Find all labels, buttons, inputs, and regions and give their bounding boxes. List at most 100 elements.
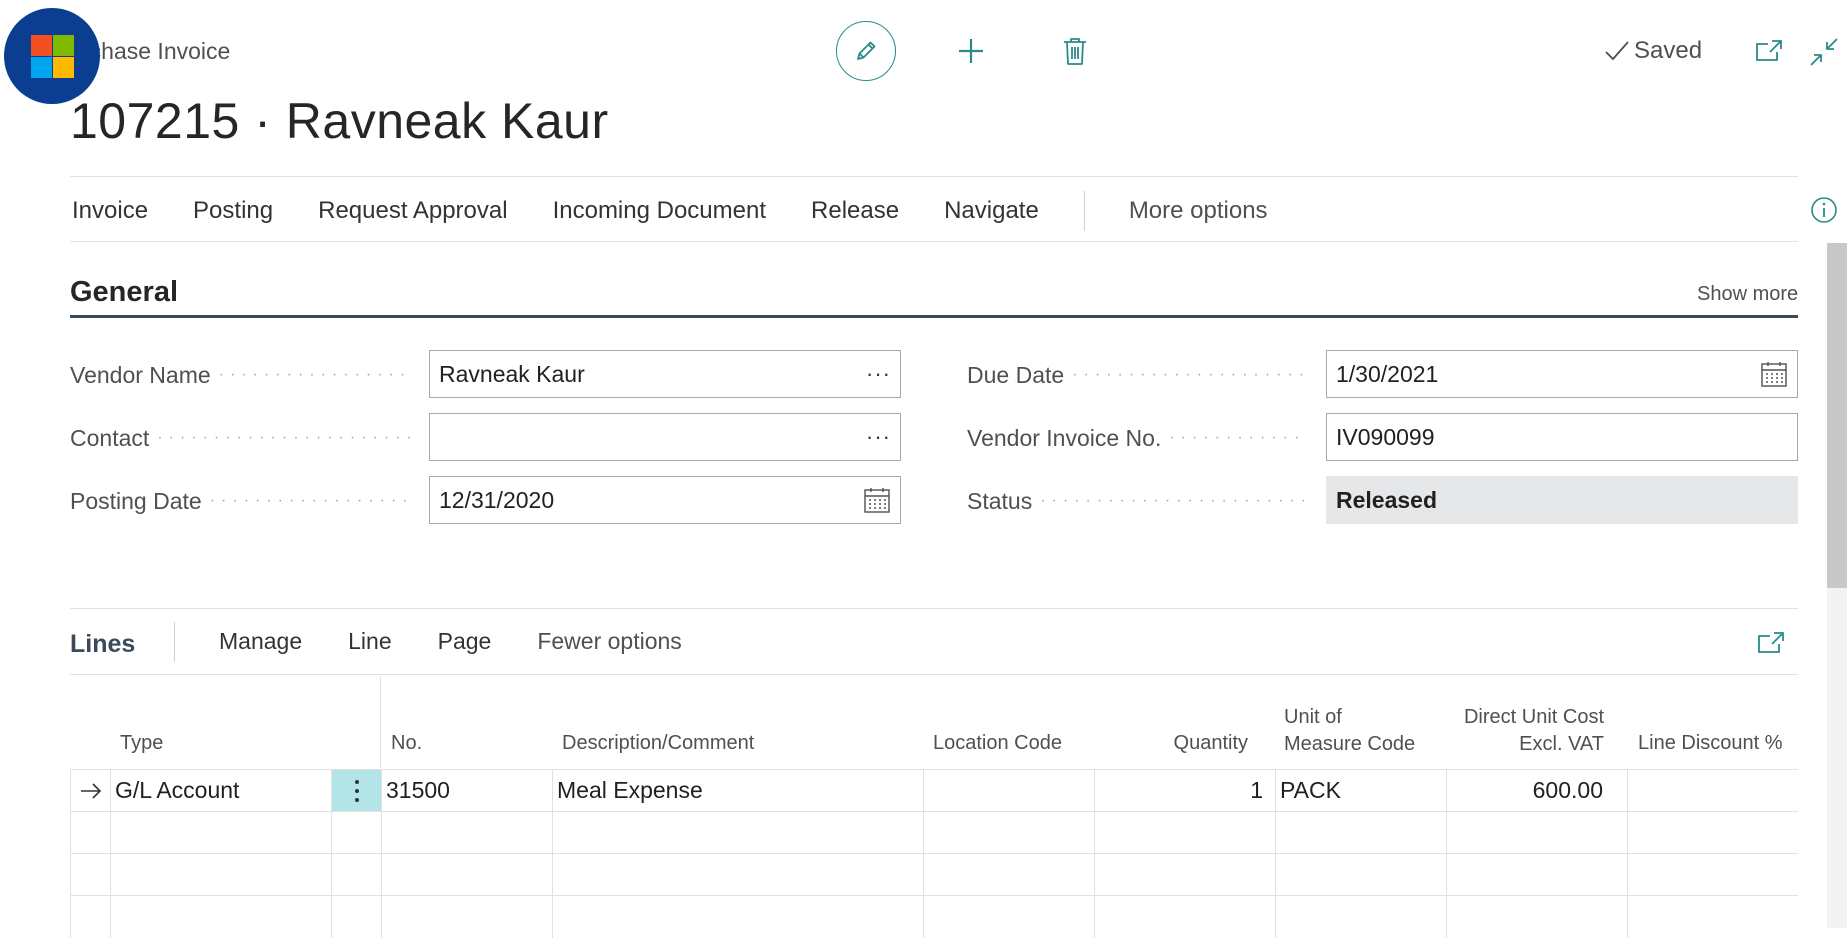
save-status: Saved bbox=[1604, 37, 1702, 65]
contact-label-text: Contact bbox=[70, 424, 150, 451]
cell-location-code[interactable] bbox=[924, 854, 1095, 896]
cell-type[interactable] bbox=[111, 812, 332, 854]
col-header-cost-line1: Direct Unit Cost bbox=[1463, 706, 1604, 728]
saved-label: Saved bbox=[1634, 37, 1703, 64]
logo-blue-square bbox=[31, 57, 52, 78]
cell-quantity[interactable] bbox=[1095, 854, 1276, 896]
posting-date-field[interactable]: 12/31/2020 bbox=[429, 476, 901, 524]
due-date-field[interactable]: 1/30/2021 bbox=[1326, 350, 1798, 398]
cell-line-discount[interactable] bbox=[1628, 854, 1798, 896]
table-row[interactable] bbox=[70, 896, 1798, 938]
col-header-description[interactable]: Description/Comment bbox=[562, 730, 754, 757]
fewer-options-button[interactable]: Fewer options bbox=[537, 628, 681, 655]
edit-button[interactable] bbox=[836, 21, 896, 81]
row-indicator-cell[interactable] bbox=[70, 896, 111, 938]
lines-action-page[interactable]: Page bbox=[438, 628, 492, 655]
col-header-type[interactable]: Type bbox=[120, 730, 163, 757]
cell-type[interactable] bbox=[111, 896, 332, 938]
lines-action-manage[interactable]: Manage bbox=[219, 628, 302, 655]
lines-action-line[interactable]: Line bbox=[348, 628, 391, 655]
row-indicator-cell[interactable] bbox=[70, 812, 111, 854]
contact-field[interactable]: ··· bbox=[429, 413, 901, 461]
cell-quantity[interactable]: 1 bbox=[1095, 770, 1276, 812]
cell-direct-unit-cost[interactable]: 600.00 bbox=[1447, 770, 1628, 812]
due-date-label-text: Due Date bbox=[967, 361, 1065, 388]
cell-uom[interactable] bbox=[1276, 854, 1447, 896]
table-row[interactable] bbox=[70, 812, 1798, 854]
cell-type[interactable]: G/L Account bbox=[111, 770, 332, 812]
row-indicator-cell[interactable] bbox=[70, 854, 111, 896]
collapse-button[interactable] bbox=[1808, 36, 1840, 68]
arrow-right-icon bbox=[80, 782, 101, 799]
cell-direct-unit-cost[interactable] bbox=[1447, 896, 1628, 938]
vendor-name-field[interactable]: Ravneak Kaur ··· bbox=[429, 350, 901, 398]
cell-type[interactable] bbox=[111, 854, 332, 896]
cell-description[interactable]: Meal Expense bbox=[553, 770, 924, 812]
action-posting[interactable]: Posting bbox=[193, 197, 273, 225]
action-request-approval[interactable]: Request Approval bbox=[318, 197, 507, 225]
more-options-button[interactable]: More options bbox=[1129, 197, 1268, 225]
open-new-window-button[interactable] bbox=[1754, 36, 1784, 66]
cell-direct-unit-cost[interactable] bbox=[1447, 812, 1628, 854]
grid-frozen-column-divider bbox=[380, 676, 381, 768]
row-actions-cell[interactable] bbox=[332, 812, 382, 854]
action-invoice[interactable]: Invoice bbox=[72, 197, 148, 225]
popout-icon bbox=[1756, 40, 1782, 61]
cell-line-discount[interactable] bbox=[1628, 770, 1798, 812]
cell-location-code[interactable] bbox=[924, 770, 1095, 812]
general-section-title[interactable]: General bbox=[70, 276, 178, 309]
row-actions-cell[interactable] bbox=[332, 896, 382, 938]
vendor-invoice-no-field[interactable]: IV090099 bbox=[1326, 413, 1798, 461]
new-button[interactable] bbox=[950, 30, 992, 72]
row-indicator-cell[interactable] bbox=[70, 770, 111, 812]
table-row[interactable]: G/L Account 31500 Meal Expense 1 PACK 60… bbox=[70, 770, 1798, 812]
scrollbar-thumb[interactable] bbox=[1827, 243, 1847, 588]
col-header-line-discount[interactable]: Line Discount % bbox=[1638, 730, 1783, 757]
vertical-ellipsis-icon bbox=[354, 779, 359, 802]
col-header-no[interactable]: No. bbox=[391, 730, 422, 757]
lines-section-title[interactable]: Lines bbox=[70, 630, 135, 659]
col-header-direct-unit-cost[interactable]: Direct Unit Cost Excl. VAT bbox=[1444, 704, 1604, 758]
col-header-uom-line2: Measure Code bbox=[1284, 733, 1416, 755]
expand-icon bbox=[1758, 632, 1784, 653]
cell-uom[interactable] bbox=[1276, 896, 1447, 938]
cell-location-code[interactable] bbox=[924, 896, 1095, 938]
action-release[interactable]: Release bbox=[811, 197, 899, 225]
delete-button[interactable] bbox=[1054, 30, 1096, 72]
lookup-ellipsis-icon[interactable]: ··· bbox=[866, 361, 891, 387]
col-header-uom[interactable]: Unit of Measure Code bbox=[1284, 704, 1415, 758]
cell-no[interactable] bbox=[382, 812, 553, 854]
table-row[interactable] bbox=[70, 854, 1798, 896]
calendar-icon[interactable] bbox=[1760, 360, 1788, 388]
cell-description[interactable] bbox=[553, 854, 924, 896]
general-section-divider bbox=[70, 315, 1798, 318]
cell-no[interactable]: 31500 bbox=[382, 770, 553, 812]
cell-description[interactable] bbox=[553, 896, 924, 938]
row-actions-cell[interactable] bbox=[332, 854, 382, 896]
action-navigate[interactable]: Navigate bbox=[944, 197, 1039, 225]
trash-icon bbox=[1064, 38, 1086, 65]
vendor-name-label: Vendor Name ····························… bbox=[70, 360, 410, 390]
cell-location-code[interactable] bbox=[924, 812, 1095, 854]
cell-no[interactable] bbox=[382, 854, 553, 896]
cell-quantity[interactable] bbox=[1095, 896, 1276, 938]
lookup-ellipsis-icon[interactable]: ··· bbox=[866, 424, 891, 450]
cell-no[interactable] bbox=[382, 896, 553, 938]
col-header-location-code[interactable]: Location Code bbox=[933, 730, 1062, 757]
info-button[interactable] bbox=[1810, 196, 1838, 224]
calendar-icon[interactable] bbox=[863, 486, 891, 514]
cell-quantity[interactable] bbox=[1095, 812, 1276, 854]
lines-expand-button[interactable] bbox=[1756, 628, 1786, 658]
show-more-button[interactable]: Show more bbox=[1697, 283, 1798, 306]
cell-line-discount[interactable] bbox=[1628, 896, 1798, 938]
status-label-text: Status bbox=[967, 487, 1033, 514]
row-actions-cell[interactable] bbox=[332, 770, 382, 812]
cell-direct-unit-cost[interactable] bbox=[1447, 854, 1628, 896]
cell-line-discount[interactable] bbox=[1628, 812, 1798, 854]
cell-uom[interactable] bbox=[1276, 812, 1447, 854]
col-header-quantity[interactable]: Quantity bbox=[1092, 730, 1248, 757]
cell-uom[interactable]: PACK bbox=[1276, 770, 1447, 812]
cell-description[interactable] bbox=[553, 812, 924, 854]
action-incoming-document[interactable]: Incoming Document bbox=[553, 197, 766, 225]
info-icon bbox=[1811, 197, 1837, 223]
